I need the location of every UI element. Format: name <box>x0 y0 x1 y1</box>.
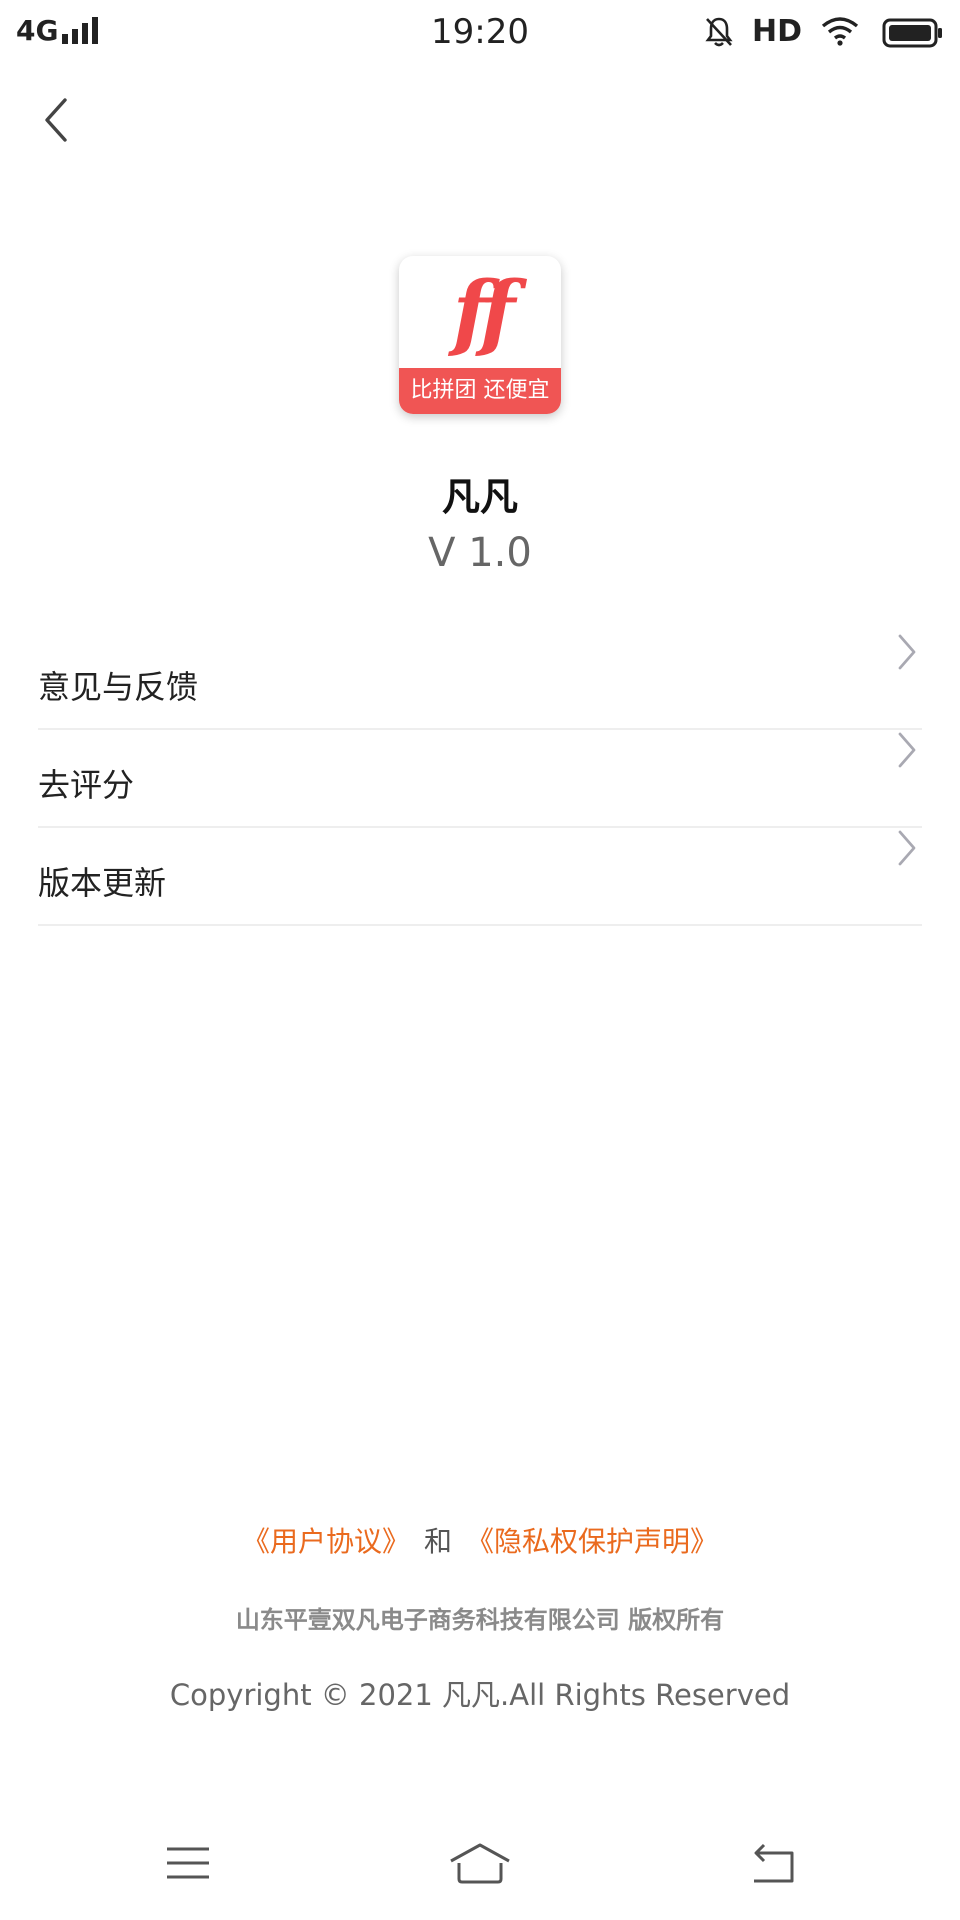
app-name: 凡凡 <box>441 475 518 519</box>
user-agreement-link[interactable]: 《用户协议》 <box>242 1525 410 1558</box>
back-button[interactable] <box>30 92 82 152</box>
menu-icon <box>164 1843 212 1887</box>
privacy-statement-link[interactable]: 《隐私权保护声明》 <box>466 1525 718 1558</box>
links-connector: 和 <box>423 1525 452 1558</box>
system-nav-bar <box>0 1830 960 1900</box>
back-icon <box>748 1841 798 1889</box>
chevron-right-icon <box>892 730 922 770</box>
chevron-left-icon <box>41 97 71 147</box>
logo-tagline: 比拼团 还便宜 <box>399 368 561 414</box>
menu-item-label: 去评分 <box>38 766 135 804</box>
system-back-button[interactable] <box>733 1830 813 1900</box>
app-version: V 1.0 <box>428 530 532 576</box>
menu-item-label: 版本更新 <box>38 864 167 902</box>
status-bar: 4G 19:20 HD <box>0 0 960 66</box>
bell-off-icon <box>704 16 734 52</box>
battery-icon <box>882 18 944 52</box>
chevron-right-icon <box>892 828 922 868</box>
copyright-text: Copyright © 2021 凡凡.All Rights Reserved <box>169 1678 791 1712</box>
clock: 19:20 <box>431 12 529 52</box>
home-button[interactable] <box>440 1830 520 1900</box>
menu-item-rate[interactable]: 去评分 <box>38 730 922 828</box>
settings-menu: 意见与反馈 去评分 版本更新 <box>38 632 922 926</box>
menu-item-feedback[interactable]: 意见与反馈 <box>38 632 922 730</box>
menu-item-label: 意见与反馈 <box>38 668 199 706</box>
chevron-right-icon <box>892 632 922 672</box>
menu-item-version-update[interactable]: 版本更新 <box>38 828 922 926</box>
legal-links: 《用户协议》和《隐私权保护声明》 <box>0 1520 960 1560</box>
recent-apps-button[interactable] <box>148 1830 228 1900</box>
home-icon <box>447 1841 513 1889</box>
app-logo: ff 比拼团 还便宜 <box>399 256 561 414</box>
wifi-icon <box>820 16 860 50</box>
logo-mark: ff <box>452 264 516 360</box>
company-notice: 山东平壹双凡电子商务科技有限公司 版权所有 <box>235 1606 725 1634</box>
hd-label: HD <box>751 14 802 49</box>
